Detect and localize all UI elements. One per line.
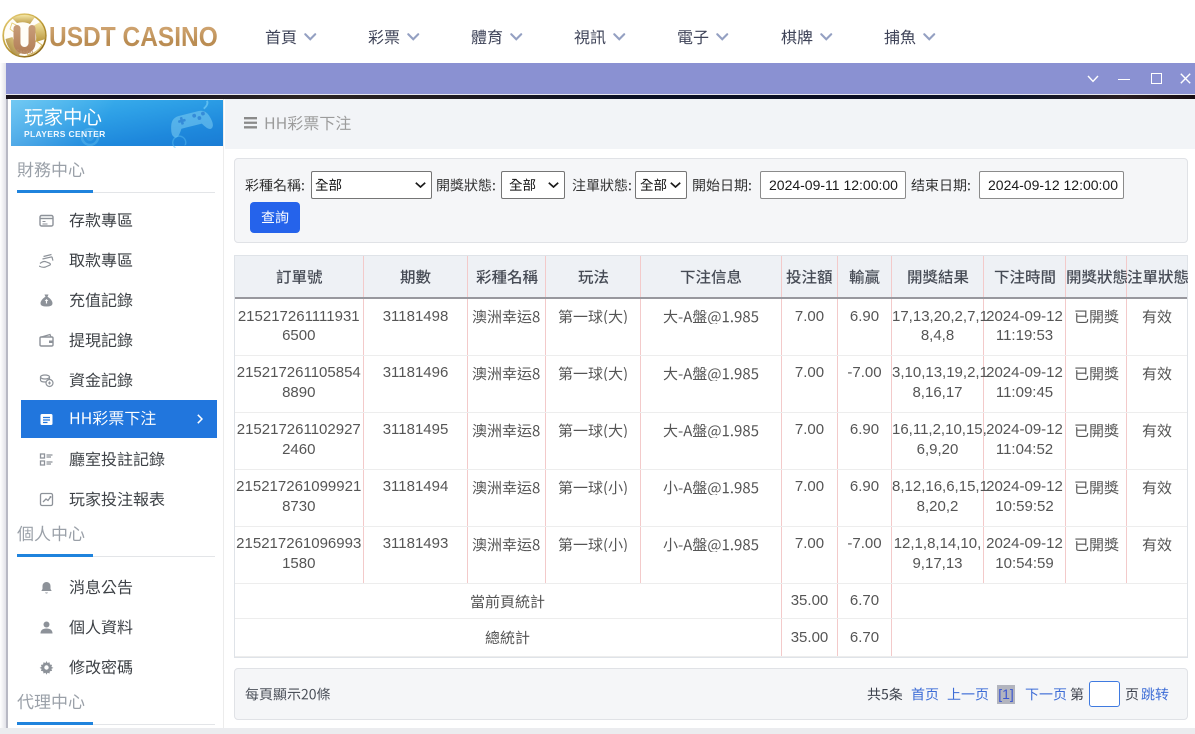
svg-text:Casino: Casino <box>16 50 33 56</box>
